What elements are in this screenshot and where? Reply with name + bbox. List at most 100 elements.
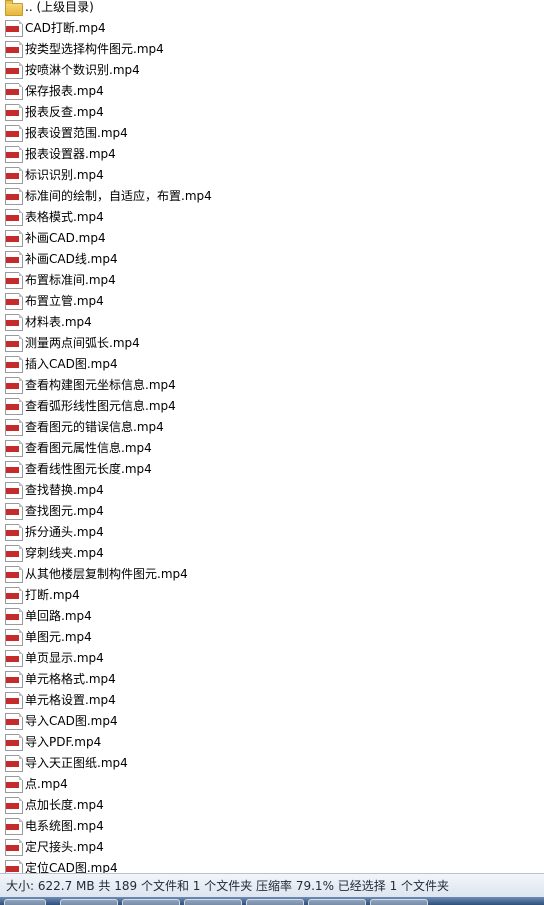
file-list-item[interactable]: 报表反查.mp4 (0, 102, 540, 123)
mp4-file-icon (5, 692, 23, 709)
taskbar-button[interactable] (4, 899, 46, 905)
taskbar-button[interactable] (184, 899, 242, 905)
file-name: 穿刺线夹.mp4 (25, 546, 104, 560)
file-name: 从其他楼层复制构件图元.mp4 (25, 567, 188, 581)
file-name: 报表设置器.mp4 (25, 147, 116, 161)
file-name: 导入CAD图.mp4 (25, 714, 118, 728)
file-list-item[interactable]: 查看构建图元坐标信息.mp4 (0, 375, 540, 396)
file-name: 材料表.mp4 (25, 315, 92, 329)
file-list-item[interactable]: 拆分通头.mp4 (0, 522, 540, 543)
file-list-item[interactable]: 导入CAD图.mp4 (0, 711, 540, 732)
mp4-file-icon (5, 398, 23, 415)
file-name: 补画CAD线.mp4 (25, 252, 118, 266)
file-name: 标识识别.mp4 (25, 168, 104, 182)
file-list-item[interactable]: 穿刺线夹.mp4 (0, 543, 540, 564)
mp4-file-icon (5, 209, 23, 226)
file-list-item[interactable]: 补画CAD线.mp4 (0, 249, 540, 270)
file-list-item[interactable]: 查看弧形线性图元信息.mp4 (0, 396, 540, 417)
file-list-item[interactable]: 定位CAD图.mp4 (0, 858, 540, 873)
file-list-item[interactable]: 补画CAD.mp4 (0, 228, 540, 249)
file-list-item[interactable]: 导入天正图纸.mp4 (0, 753, 540, 774)
file-list-item[interactable]: 标准间的绘制，自适应，布置.mp4 (0, 186, 540, 207)
mp4-file-icon (5, 524, 23, 541)
mp4-file-icon (5, 335, 23, 352)
file-list-item[interactable]: 按喷淋个数识别.mp4 (0, 60, 540, 81)
mp4-file-icon (5, 83, 23, 100)
taskbar-button[interactable] (122, 899, 180, 905)
file-name: 补画CAD.mp4 (25, 231, 106, 245)
mp4-file-icon (5, 818, 23, 835)
file-list-item[interactable]: 插入CAD图.mp4 (0, 354, 540, 375)
file-list-item[interactable]: 按类型选择构件图元.mp4 (0, 39, 540, 60)
file-list-item[interactable]: 标识识别.mp4 (0, 165, 540, 186)
taskbar-button[interactable] (308, 899, 366, 905)
file-list-item[interactable]: 点加长度.mp4 (0, 795, 540, 816)
mp4-file-icon (5, 713, 23, 730)
file-list-item[interactable]: 打断.mp4 (0, 585, 540, 606)
file-name: 布置立管.mp4 (25, 294, 104, 308)
file-list-item[interactable]: 布置标准间.mp4 (0, 270, 540, 291)
mp4-file-icon (5, 482, 23, 499)
file-name: 插入CAD图.mp4 (25, 357, 118, 371)
file-list-item[interactable]: 导入PDF.mp4 (0, 732, 540, 753)
mp4-file-icon (5, 62, 23, 79)
file-list-item[interactable]: 报表设置器.mp4 (0, 144, 540, 165)
taskbar-button[interactable] (60, 899, 118, 905)
status-bar: 大小: 622.7 MB 共 189 个文件和 1 个文件夹 压缩率 79.1%… (0, 873, 544, 897)
taskbar-button[interactable] (370, 899, 428, 905)
folder-icon (5, 0, 23, 16)
file-list-item[interactable]: 单页显示.mp4 (0, 648, 540, 669)
mp4-file-icon (5, 776, 23, 793)
mp4-file-icon (5, 650, 23, 667)
mp4-file-icon (5, 272, 23, 289)
mp4-file-icon (5, 734, 23, 751)
file-name: .. (上级目录) (25, 0, 94, 14)
parent-directory-item[interactable]: .. (上级目录) (0, 0, 540, 18)
file-name: 单元格格式.mp4 (25, 672, 116, 686)
file-name: 查找替换.mp4 (25, 483, 104, 497)
mp4-file-icon (5, 587, 23, 604)
file-list-item[interactable]: 测量两点间弧长.mp4 (0, 333, 540, 354)
file-list-item[interactable]: 报表设置范围.mp4 (0, 123, 540, 144)
file-list-item[interactable]: 单回路.mp4 (0, 606, 540, 627)
file-list-item[interactable]: CAD打断.mp4 (0, 18, 540, 39)
taskbar-button[interactable] (246, 899, 304, 905)
file-name: 报表反查.mp4 (25, 105, 104, 119)
file-name: 查看线性图元长度.mp4 (25, 462, 152, 476)
file-list-item[interactable]: 单图元.mp4 (0, 627, 540, 648)
file-list-item[interactable]: 定尺接头.mp4 (0, 837, 540, 858)
file-list-item[interactable]: 表格模式.mp4 (0, 207, 540, 228)
file-list-item[interactable]: 保存报表.mp4 (0, 81, 540, 102)
file-name: 按喷淋个数识别.mp4 (25, 63, 140, 77)
file-name: 测量两点间弧长.mp4 (25, 336, 140, 350)
mp4-file-icon (5, 440, 23, 457)
file-list-item[interactable]: 点.mp4 (0, 774, 540, 795)
file-list-item[interactable]: 单元格设置.mp4 (0, 690, 540, 711)
file-name: 导入天正图纸.mp4 (25, 756, 128, 770)
mp4-file-icon (5, 797, 23, 814)
file-list-item[interactable]: 查看图元属性信息.mp4 (0, 438, 540, 459)
file-name: 点加长度.mp4 (25, 798, 104, 812)
file-list-item[interactable]: 查看线性图元长度.mp4 (0, 459, 540, 480)
file-name: 布置标准间.mp4 (25, 273, 116, 287)
file-name: 保存报表.mp4 (25, 84, 104, 98)
file-name: 查看弧形线性图元信息.mp4 (25, 399, 176, 413)
mp4-file-icon (5, 503, 23, 520)
mp4-file-icon (5, 188, 23, 205)
file-list-item[interactable]: 查找替换.mp4 (0, 480, 540, 501)
file-list-item[interactable]: 单元格格式.mp4 (0, 669, 540, 690)
mp4-file-icon (5, 608, 23, 625)
file-name: 导入PDF.mp4 (25, 735, 102, 749)
file-name: 查看构建图元坐标信息.mp4 (25, 378, 176, 392)
file-list-item[interactable]: 布置立管.mp4 (0, 291, 540, 312)
file-list-item[interactable]: 查找图元.mp4 (0, 501, 540, 522)
file-list-item[interactable]: 电系统图.mp4 (0, 816, 540, 837)
mp4-file-icon (5, 461, 23, 478)
file-name: 查看图元的错误信息.mp4 (25, 420, 164, 434)
file-list[interactable]: .. (上级目录) CAD打断.mp4 按类型选择构件图元.mp4 按喷淋个数识别.m… (0, 0, 544, 873)
mp4-file-icon (5, 230, 23, 247)
file-name: 单图元.mp4 (25, 630, 92, 644)
file-list-item[interactable]: 材料表.mp4 (0, 312, 540, 333)
file-list-item[interactable]: 从其他楼层复制构件图元.mp4 (0, 564, 540, 585)
file-list-item[interactable]: 查看图元的错误信息.mp4 (0, 417, 540, 438)
